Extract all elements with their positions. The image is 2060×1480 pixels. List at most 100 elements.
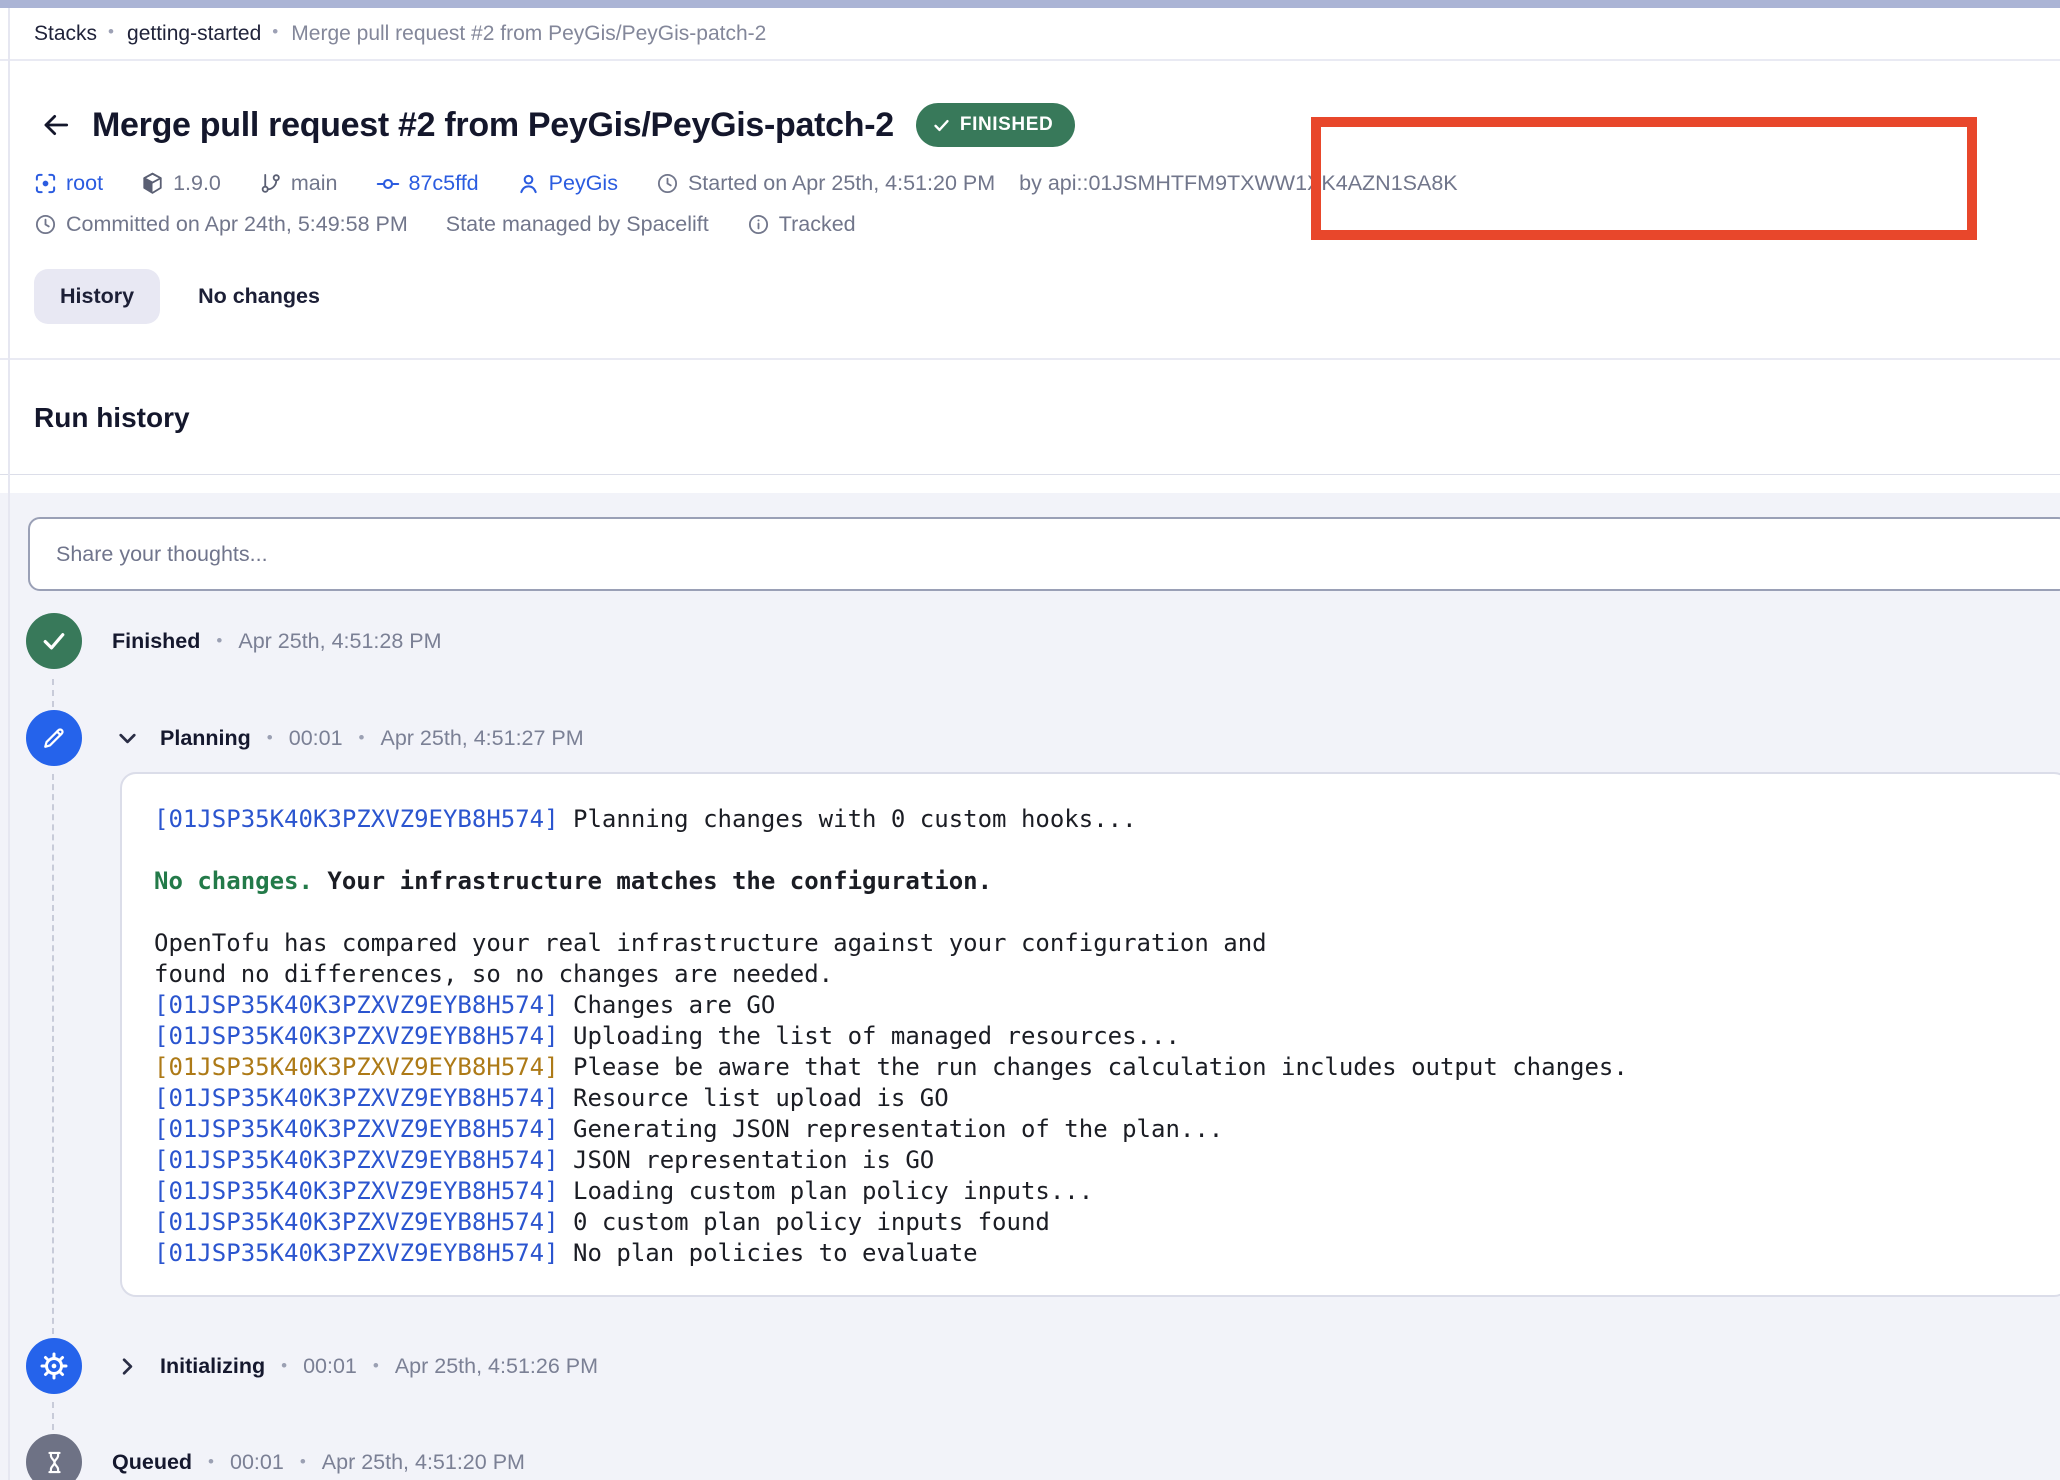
committed-label: Committed on Apr 24th, 5:49:58 PM [66, 212, 408, 237]
log-line: [01JSP35K40K3PZXVZ9EYB8H574] No plan pol… [154, 1238, 2036, 1269]
git-commit-icon [376, 172, 400, 196]
log-line: [01JSP35K40K3PZXVZ9EYB8H574] Changes are… [154, 990, 2036, 1021]
started-item: Started on Apr 25th, 4:51:20 PM [656, 171, 995, 196]
run-history-heading: Run history [34, 402, 2060, 434]
log-line: [01JSP35K40K3PZXVZ9EYB8H574] 0 custom pl… [154, 1207, 2036, 1238]
comment-input[interactable] [28, 517, 2060, 591]
log-line: [01JSP35K40K3PZXVZ9EYB8H574] Resource li… [154, 1083, 2036, 1114]
page-title: Merge pull request #2 from PeyGis/PeyGis… [92, 106, 894, 145]
back-button[interactable] [34, 103, 78, 147]
log-line: found no differences, so no changes are … [154, 959, 2036, 990]
phase-timestamp: Apr 25th, 4:51:27 PM [381, 726, 584, 751]
log-line: No changes. Your infrastructure matches … [154, 866, 2036, 897]
tabs: History No changes [34, 269, 2060, 324]
scope-link[interactable]: root [34, 171, 103, 196]
dot-separator: • [267, 728, 273, 748]
run-history-strip: Run history [0, 360, 2060, 475]
log-line [154, 835, 2036, 866]
log-line: [01JSP35K40K3PZXVZ9EYB8H574] Loading cus… [154, 1176, 2036, 1207]
phase-duration: 00:01 [230, 1450, 284, 1475]
timeline-connector [52, 774, 54, 1334]
dot-separator: • [300, 1452, 306, 1472]
meta-row-secondary: Committed on Apr 24th, 5:49:58 PM State … [34, 212, 2060, 237]
cube-icon [141, 172, 164, 195]
dot-separator: • [208, 1452, 214, 1472]
log-line [154, 897, 2036, 928]
clock-icon [34, 213, 57, 236]
chevron-down-icon[interactable] [112, 723, 142, 753]
user-icon [517, 172, 540, 195]
dot-separator: • [281, 1356, 287, 1376]
phase-duration: 00:01 [303, 1354, 357, 1379]
commit-label: 87c5ffd [409, 171, 479, 196]
phase-label: Planning [160, 726, 251, 751]
triggered-by-item: by api::01JSMHTFM9TXWW1XK4AZN1SA8K [1019, 171, 1457, 196]
window-top-accent-bar [0, 0, 2060, 8]
breadcrumb-stack-name[interactable]: getting-started [127, 22, 261, 46]
meta-row-primary: root 1.9.0 main [34, 171, 2060, 196]
phase-label: Initializing [160, 1354, 265, 1379]
tracked-item: Tracked [747, 212, 856, 237]
run-header: Merge pull request #2 from PeyGis/PeyGis… [0, 61, 2060, 360]
gear-icon [39, 1351, 69, 1381]
queued-status-icon [26, 1434, 82, 1480]
dot-separator: • [373, 1356, 379, 1376]
log-line: [01JSP35K40K3PZXVZ9EYB8H574] JSON repres… [154, 1145, 2036, 1176]
phase-duration: 00:01 [289, 726, 343, 751]
check-icon [932, 116, 951, 135]
tab-no-changes[interactable]: No changes [194, 269, 324, 324]
commit-link[interactable]: 87c5ffd [376, 171, 479, 196]
log-lines: [01JSP35K40K3PZXVZ9EYB8H574] Planning ch… [154, 804, 2036, 1269]
scope-icon [34, 172, 57, 195]
author-label: PeyGis [549, 171, 618, 196]
timeline-connector [52, 1402, 54, 1430]
chevron-right-icon[interactable] [112, 1351, 142, 1381]
version-label: 1.9.0 [173, 171, 221, 196]
timeline-connector [52, 679, 54, 707]
log-line: [01JSP35K40K3PZXVZ9EYB8H574] Planning ch… [154, 804, 2036, 835]
status-badge: FINISHED [916, 103, 1075, 147]
phase-label: Finished [112, 629, 200, 654]
clock-icon [656, 172, 679, 195]
log-line: [01JSP35K40K3PZXVZ9EYB8H574] Please be a… [154, 1052, 2036, 1083]
dot-separator: • [359, 728, 365, 748]
author-link[interactable]: PeyGis [517, 171, 618, 196]
phase-timestamp: Apr 25th, 4:51:28 PM [238, 629, 441, 654]
phase-label: Queued [112, 1450, 192, 1475]
log-line: OpenTofu has compared your real infrastr… [154, 928, 2036, 959]
status-badge-label: FINISHED [960, 114, 1053, 136]
started-label: Started on Apr 25th, 4:51:20 PM [688, 171, 995, 196]
timeline-row-initializing[interactable]: Initializing • 00:01 • Apr 25th, 4:51:26… [112, 1346, 598, 1386]
branch-label: main [291, 171, 338, 196]
git-branch-icon [259, 172, 282, 195]
hourglass-icon [41, 1449, 68, 1476]
dot-separator: • [216, 631, 222, 651]
log-line: [01JSP35K40K3PZXVZ9EYB8H574] Uploading t… [154, 1021, 2036, 1052]
planning-log-output[interactable]: [01JSP35K40K3PZXVZ9EYB8H574] Planning ch… [120, 772, 2060, 1297]
log-line: [01JSP35K40K3PZXVZ9EYB8H574] Generating … [154, 1114, 2036, 1145]
phase-timestamp: Apr 25th, 4:51:26 PM [395, 1354, 598, 1379]
timeline-row-planning[interactable]: Planning • 00:01 • Apr 25th, 4:51:27 PM [112, 718, 584, 758]
committed-item: Committed on Apr 24th, 5:49:58 PM [34, 212, 408, 237]
breadcrumb-run-name: Merge pull request #2 from PeyGis/PeyGis… [291, 22, 766, 46]
timeline-section: Finished • Apr 25th, 4:51:28 PM Planning… [0, 493, 2060, 1480]
breadcrumb: Stacks getting-started Merge pull reques… [0, 8, 2060, 61]
state-managed-item: State managed by Spacelift [446, 212, 709, 237]
tab-history[interactable]: History [34, 269, 160, 324]
title-row: Merge pull request #2 from PeyGis/PeyGis… [34, 103, 2060, 147]
tracked-label: Tracked [779, 212, 856, 237]
planning-status-icon [26, 710, 82, 766]
initializing-status-icon [26, 1338, 82, 1394]
scope-label: root [66, 171, 103, 196]
panel-left-edge [8, 8, 10, 1480]
info-icon [747, 213, 770, 236]
branch-item: main [259, 171, 338, 196]
timeline-row-queued: Queued • 00:01 • Apr 25th, 4:51:20 PM [112, 1442, 525, 1480]
state-managed-label: State managed by Spacelift [446, 212, 709, 237]
breadcrumb-stacks[interactable]: Stacks [34, 22, 97, 46]
finished-status-icon [26, 613, 82, 669]
check-icon [39, 626, 69, 656]
version-item: 1.9.0 [141, 171, 221, 196]
timeline-row-finished: Finished • Apr 25th, 4:51:28 PM [112, 621, 442, 661]
triggered-by-label: by api::01JSMHTFM9TXWW1XK4AZN1SA8K [1019, 171, 1457, 196]
